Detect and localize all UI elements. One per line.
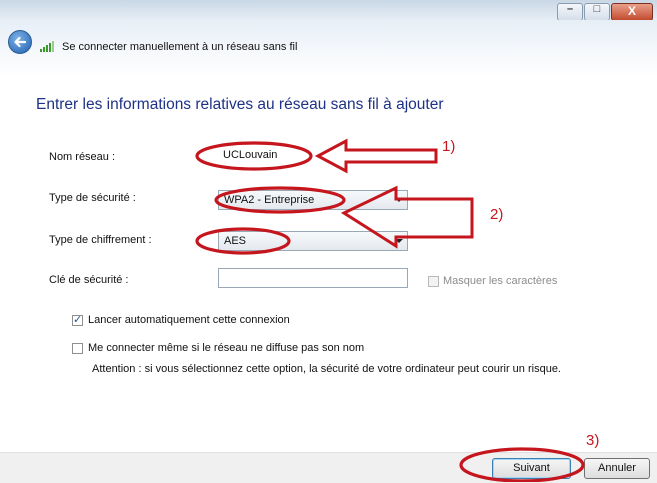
next-button[interactable]: Suivant (492, 458, 571, 479)
cancel-button[interactable]: Annuler (584, 458, 650, 479)
security-type-label: Type de sécurité : (49, 192, 136, 204)
security-type-value: WPA2 - Entreprise (224, 194, 315, 206)
encryption-type-select[interactable]: AES (218, 231, 408, 251)
wifi-signal-icon (40, 41, 54, 52)
window-controls: – □ X (556, 3, 653, 21)
minimize-button[interactable]: – (557, 3, 583, 21)
arrow-left-icon (14, 36, 27, 48)
title-bar: – □ X (0, 0, 657, 21)
annotation-step-2: 2) (490, 206, 504, 223)
close-button[interactable]: X (611, 3, 653, 21)
annotation-step-3: 3) (586, 432, 600, 449)
page-heading: Entrer les informations relatives au rés… (36, 96, 444, 113)
network-name-label: Nom réseau : (49, 151, 116, 163)
connect-hidden-checkbox[interactable] (72, 343, 83, 354)
encryption-type-value: AES (224, 235, 247, 247)
security-warning-text: Attention : si vous sélectionnez cette o… (92, 363, 561, 375)
network-name-input[interactable]: UCLouvain (218, 146, 310, 166)
annotation-arrow-1 (314, 138, 438, 174)
security-key-label: Clé de sécurité : (49, 274, 129, 286)
back-button[interactable] (8, 30, 32, 54)
annotation-step-1: 1) (442, 138, 456, 155)
hide-characters-label: Masquer les caractères (443, 275, 558, 287)
chevron-down-icon (395, 239, 403, 243)
auto-connect-label: Lancer automatiquement cette connexion (88, 314, 290, 326)
hide-characters-checkbox[interactable] (428, 276, 439, 287)
auto-connect-checkbox[interactable] (72, 313, 83, 326)
maximize-button[interactable]: □ (584, 3, 610, 21)
connect-hidden-label: Me connecter même si le réseau ne diffus… (88, 342, 365, 354)
encryption-type-label: Type de chiffrement : (49, 234, 152, 246)
dialog-footer: Suivant Annuler (0, 452, 657, 483)
security-key-input[interactable] (218, 268, 408, 288)
chevron-down-icon (395, 198, 403, 202)
security-type-select[interactable]: WPA2 - Entreprise (218, 190, 408, 210)
window-title: Se connecter manuellement à un réseau sa… (62, 41, 298, 53)
